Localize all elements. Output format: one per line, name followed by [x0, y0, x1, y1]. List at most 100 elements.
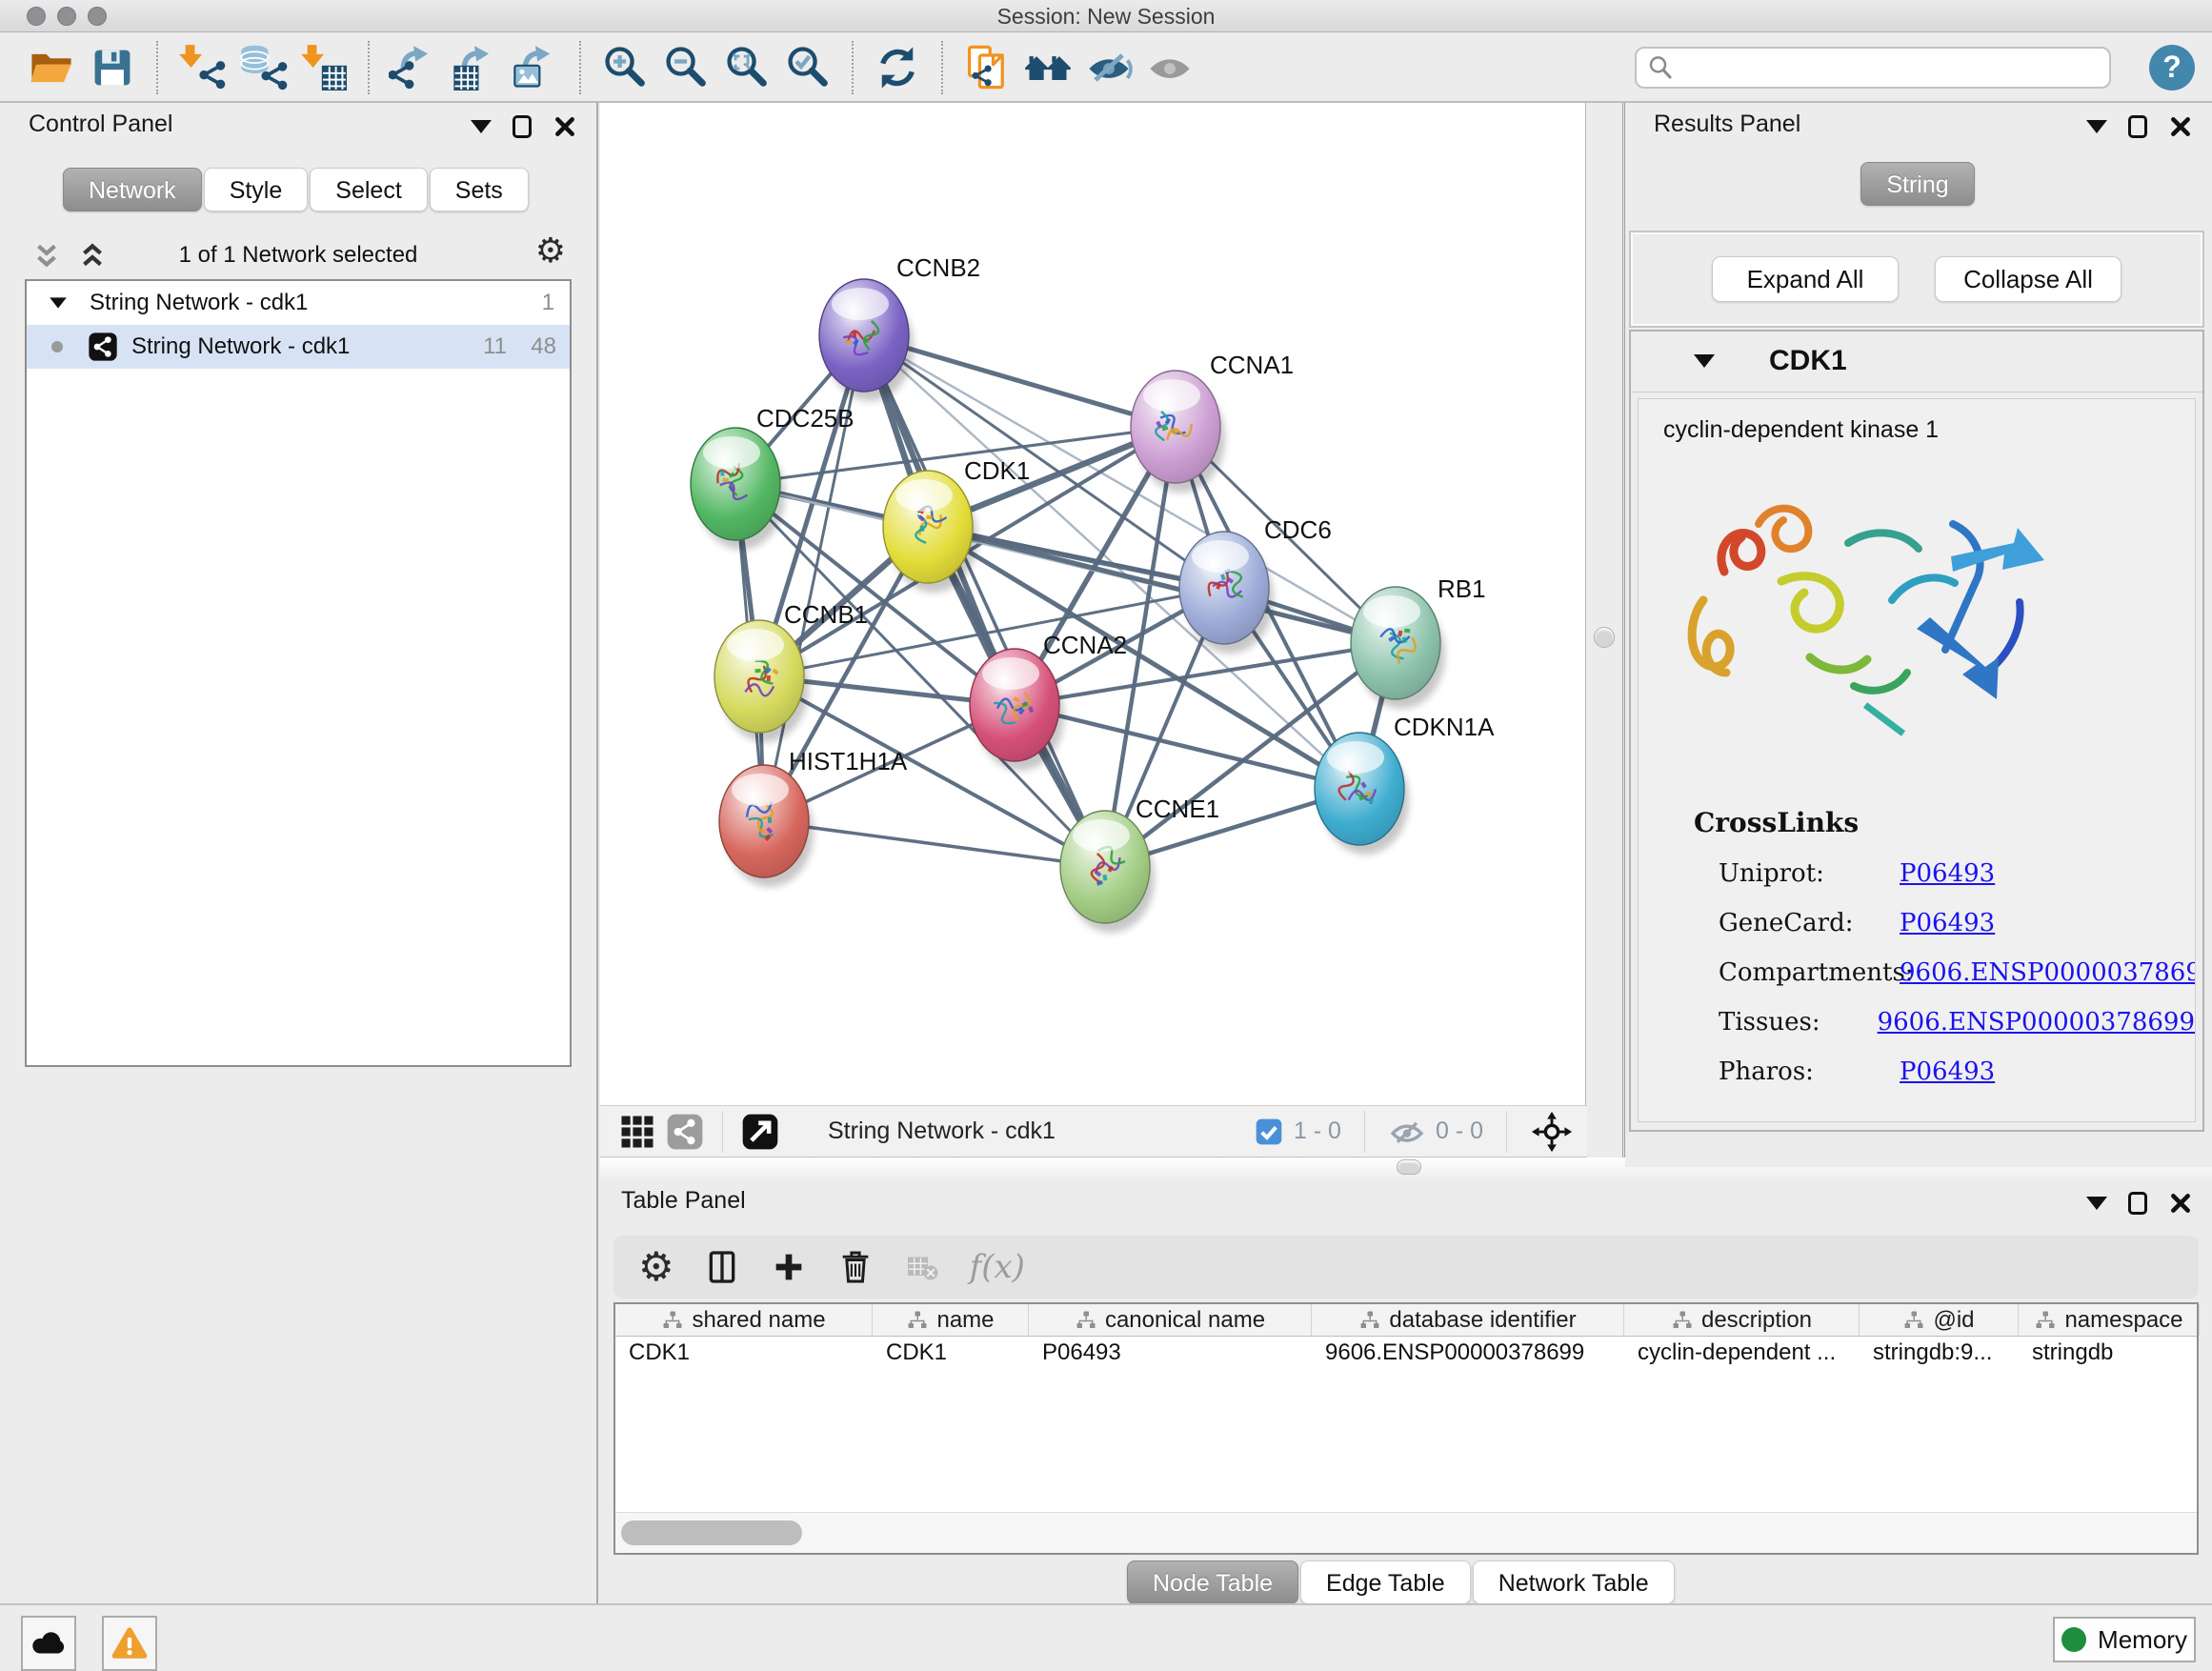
- panel-menu-icon[interactable]: [471, 120, 492, 133]
- zoom-selected-button[interactable]: [780, 40, 835, 95]
- network-node-CCNA1[interactable]: [1131, 371, 1225, 493]
- tab-style[interactable]: Style: [204, 168, 309, 211]
- show-all-button[interactable]: [1142, 40, 1197, 95]
- import-network-file-button[interactable]: [174, 40, 230, 95]
- cell-canonical-name[interactable]: P06493: [1029, 1337, 1312, 1369]
- cell-namespace[interactable]: stringdb: [2019, 1337, 2200, 1369]
- delete-row-trash-icon[interactable]: [836, 1246, 875, 1288]
- close-panel-icon[interactable]: [553, 114, 577, 139]
- open-session-button[interactable]: [24, 40, 79, 95]
- export-image-button[interactable]: [508, 40, 563, 95]
- column-header-description[interactable]: description: [1624, 1304, 1860, 1336]
- network-node-CCNA2[interactable]: [970, 649, 1064, 771]
- refresh-view-button[interactable]: [870, 40, 925, 95]
- scrollbar-thumb[interactable]: [621, 1520, 802, 1545]
- close-panel-icon[interactable]: [2168, 114, 2193, 139]
- zoom-in-button[interactable]: [597, 40, 653, 95]
- network-collection-row[interactable]: String Network - cdk1 1: [27, 281, 570, 325]
- results-panel-title: Results Panel: [1654, 111, 1800, 138]
- float-panel-icon[interactable]: [2128, 115, 2147, 138]
- table-options-gear-icon[interactable]: ⚙: [638, 1247, 674, 1287]
- crosslink-link[interactable]: 9606.ENSP00000378699: [1878, 1008, 2195, 1037]
- tab-edge-table[interactable]: Edge Table: [1300, 1560, 1471, 1604]
- network-node-CDC25B[interactable]: [691, 428, 785, 550]
- network-row[interactable]: String Network - cdk1 11 48: [27, 325, 570, 369]
- vertical-splitter[interactable]: [1587, 103, 1625, 1158]
- import-table-file-button[interactable]: [296, 40, 352, 95]
- grid-mode-icon[interactable]: [616, 1111, 658, 1153]
- panel-menu-icon[interactable]: [2086, 120, 2107, 133]
- network-node-CDK1[interactable]: [883, 471, 977, 593]
- panel-menu-icon[interactable]: [2086, 1197, 2107, 1210]
- network-edge-HIST1H1A-CCNE1[interactable]: [764, 821, 1105, 867]
- table-horizontal-scrollbar[interactable]: [615, 1512, 2197, 1553]
- birds-eye-toggle-icon[interactable]: [1530, 1110, 1574, 1154]
- network-node-RB1[interactable]: [1351, 587, 1445, 709]
- column-header-database-identifier[interactable]: database identifier: [1312, 1304, 1624, 1336]
- detach-view-icon[interactable]: [739, 1111, 781, 1153]
- collapse-all-button[interactable]: Collapse All: [1935, 256, 2122, 302]
- cell-description[interactable]: cyclin-dependent ...: [1624, 1337, 1860, 1369]
- collection-caret-icon[interactable]: [50, 297, 67, 308]
- cell-database-identifier[interactable]: 9606.ENSP00000378699: [1312, 1337, 1624, 1369]
- help-button[interactable]: ?: [2149, 45, 2195, 91]
- network-node-CDKN1A[interactable]: [1315, 733, 1409, 855]
- cell-shared-name[interactable]: CDK1: [615, 1337, 873, 1369]
- expand-all-button[interactable]: Expand All: [1712, 256, 1899, 302]
- column-header-namespace[interactable]: namespace: [2019, 1304, 2200, 1336]
- warnings-button[interactable]: [102, 1616, 157, 1671]
- save-session-button[interactable]: [85, 40, 140, 95]
- zoom-fit-button[interactable]: [719, 40, 774, 95]
- export-network-button[interactable]: [386, 40, 441, 95]
- tab-network-table[interactable]: Network Table: [1473, 1560, 1675, 1604]
- export-table-button[interactable]: [447, 40, 502, 95]
- show-columns-icon[interactable]: [703, 1246, 741, 1288]
- splitter-grip[interactable]: [1397, 1159, 1421, 1175]
- cell-@id[interactable]: stringdb:9...: [1860, 1337, 2019, 1369]
- duplicate-network-button[interactable]: [959, 40, 1015, 95]
- search-input[interactable]: [1675, 50, 2109, 85]
- table-row[interactable]: CDK1CDK1P064939606.ENSP00000378699cyclin…: [615, 1337, 2197, 1369]
- home-button[interactable]: [1020, 40, 1076, 95]
- tab-select[interactable]: Select: [310, 168, 427, 211]
- section-caret-icon[interactable]: [1694, 354, 1715, 368]
- cell-name[interactable]: CDK1: [873, 1337, 1029, 1369]
- splitter-grip[interactable]: [1594, 627, 1615, 648]
- column-header-name[interactable]: name: [873, 1304, 1029, 1336]
- network-node-CCNB2[interactable]: [819, 279, 914, 401]
- crosslink-link[interactable]: 9606.ENSP00000378699: [1900, 958, 2196, 987]
- search-box[interactable]: [1635, 47, 2111, 89]
- column-header-@id[interactable]: @id: [1860, 1304, 2019, 1336]
- network-edge-CCNB2-CCNE1[interactable]: [864, 335, 1105, 867]
- column-header-shared-name[interactable]: shared name: [615, 1304, 873, 1336]
- add-column-icon[interactable]: [770, 1248, 808, 1286]
- gene-section-header[interactable]: CDK1: [1631, 332, 2202, 393]
- tab-network[interactable]: Network: [63, 168, 202, 211]
- network-node-CCNB1[interactable]: [714, 620, 809, 742]
- zoom-out-button[interactable]: [658, 40, 714, 95]
- tab-node-table[interactable]: Node Table: [1127, 1560, 1298, 1604]
- network-canvas[interactable]: CCNB2 CCNA1 CDC25B CDK1 CDC6 RB1 CCNB1 C…: [600, 103, 1586, 1105]
- network-edge-CCNA2-CDKN1A[interactable]: [1015, 705, 1359, 789]
- network-options-gear-icon[interactable]: ⚙: [535, 234, 566, 269]
- network-node-HIST1H1A[interactable]: [719, 765, 814, 887]
- network-node-CCNE1[interactable]: [1060, 811, 1155, 933]
- table-panel-title: Table Panel: [621, 1187, 746, 1215]
- column-header-canonical-name[interactable]: canonical name: [1029, 1304, 1312, 1336]
- close-panel-icon[interactable]: [2168, 1191, 2193, 1216]
- network-view-icon[interactable]: [664, 1111, 706, 1153]
- crosslink-link[interactable]: P06493: [1900, 859, 1995, 888]
- crosslink-link[interactable]: P06493: [1900, 909, 1995, 937]
- cloud-status-button[interactable]: [21, 1616, 76, 1671]
- float-panel-icon[interactable]: [513, 115, 532, 138]
- selected-items-icon[interactable]: [1254, 1117, 1284, 1147]
- tab-string[interactable]: String: [1860, 162, 1974, 206]
- import-network-database-button[interactable]: [235, 40, 291, 95]
- hide-selected-button[interactable]: [1081, 40, 1136, 95]
- float-panel-icon[interactable]: [2128, 1192, 2147, 1215]
- hidden-items-eye-icon[interactable]: [1388, 1113, 1426, 1151]
- tab-sets[interactable]: Sets: [430, 168, 529, 211]
- memory-button[interactable]: Memory: [2053, 1617, 2196, 1662]
- crosslink-link[interactable]: P06493: [1900, 1057, 1995, 1086]
- network-node-CDC6[interactable]: [1179, 532, 1274, 654]
